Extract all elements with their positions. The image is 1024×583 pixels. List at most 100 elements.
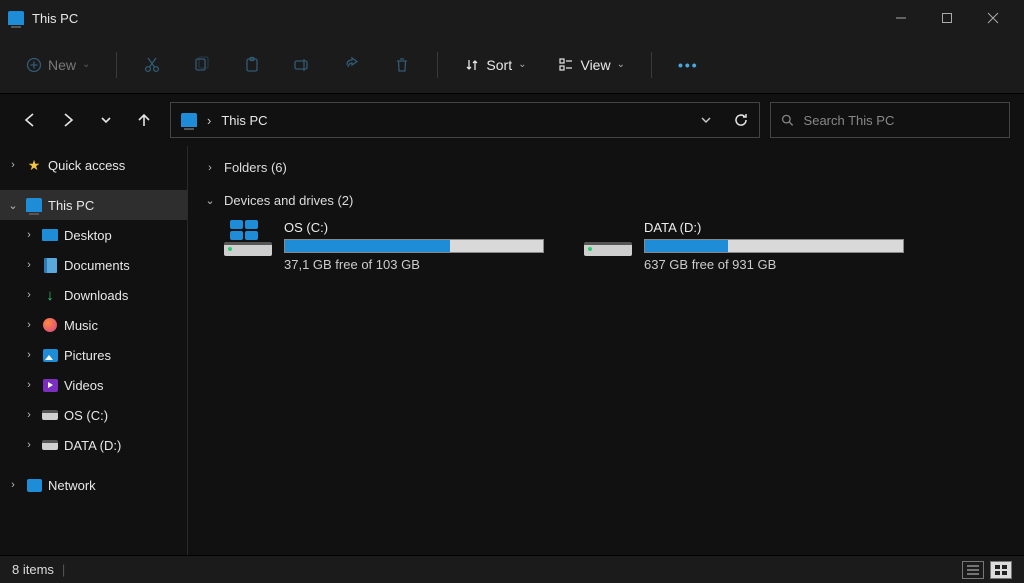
new-label: New bbox=[48, 57, 76, 73]
drive-icon bbox=[584, 220, 632, 256]
chevron-right-icon[interactable]: › bbox=[22, 289, 36, 301]
maximize-button[interactable] bbox=[924, 0, 970, 36]
sidebar-item[interactable]: › DATA (D:) bbox=[0, 430, 187, 460]
chevron-right-icon[interactable]: › bbox=[22, 259, 36, 271]
window-title: This PC bbox=[32, 11, 78, 26]
view-icon bbox=[558, 57, 574, 73]
sidebar-item[interactable]: ›Network bbox=[0, 470, 187, 500]
rename-icon bbox=[293, 56, 311, 74]
search-input[interactable] bbox=[804, 113, 999, 128]
desktop-icon bbox=[42, 227, 58, 243]
sidebar-item-label: Downloads bbox=[64, 288, 128, 303]
thispc-icon bbox=[8, 11, 24, 25]
sort-label: Sort bbox=[486, 57, 512, 73]
drive-free-text: 637 GB free of 931 GB bbox=[644, 257, 904, 272]
chevron-down-icon: ⌄ bbox=[82, 59, 90, 70]
sidebar-item-label: Videos bbox=[64, 378, 104, 393]
toolbar-divider bbox=[437, 52, 438, 78]
drive-icon bbox=[42, 437, 58, 453]
chevron-down-icon: ⌄ bbox=[518, 59, 526, 70]
close-button[interactable] bbox=[970, 0, 1016, 36]
forward-button[interactable] bbox=[52, 104, 84, 136]
delete-button[interactable] bbox=[381, 46, 423, 84]
sidebar-item-label: OS (C:) bbox=[64, 408, 108, 423]
chevron-right-icon[interactable]: › bbox=[22, 229, 36, 241]
network-icon bbox=[26, 477, 42, 493]
paste-button[interactable] bbox=[231, 46, 273, 84]
drive-item[interactable]: OS (C:) 37,1 GB free of 103 GB bbox=[224, 220, 544, 272]
refresh-button[interactable] bbox=[733, 112, 749, 128]
drive-name: DATA (D:) bbox=[644, 220, 904, 235]
share-button[interactable] bbox=[331, 46, 373, 84]
search-icon bbox=[781, 113, 794, 127]
search-box[interactable] bbox=[770, 102, 1010, 138]
back-button[interactable] bbox=[14, 104, 46, 136]
music-icon bbox=[42, 317, 58, 333]
sidebar-item[interactable]: › ↓ Downloads bbox=[0, 280, 187, 310]
sidebar-item[interactable]: › OS (C:) bbox=[0, 400, 187, 430]
chevron-right-icon[interactable]: › bbox=[22, 349, 36, 361]
chevron-right-icon[interactable]: › bbox=[22, 319, 36, 331]
chevron-down-icon: ⌄ bbox=[204, 194, 216, 207]
sidebar-item[interactable]: › Pictures bbox=[0, 340, 187, 370]
address-bar[interactable]: › This PC bbox=[170, 102, 760, 138]
pictures-icon bbox=[42, 347, 58, 363]
paste-icon bbox=[243, 56, 261, 74]
folders-group-label: Folders (6) bbox=[224, 160, 287, 175]
sidebar-item-label: Quick access bbox=[48, 158, 125, 173]
sidebar-item-label: Desktop bbox=[64, 228, 112, 243]
drive-item[interactable]: DATA (D:) 637 GB free of 931 GB bbox=[584, 220, 904, 272]
tiles-view-button[interactable] bbox=[990, 561, 1012, 579]
sidebar-item[interactable]: › Desktop bbox=[0, 220, 187, 250]
sidebar-item[interactable]: ›Music bbox=[0, 310, 187, 340]
cut-button[interactable] bbox=[131, 46, 173, 84]
chevron-right-icon[interactable]: › bbox=[22, 409, 36, 421]
documents-icon bbox=[42, 257, 58, 273]
more-button[interactable]: ••• bbox=[666, 46, 711, 84]
sidebar-item[interactable]: ⌄ This PC bbox=[0, 190, 187, 220]
trash-icon bbox=[393, 56, 411, 74]
chevron-right-icon[interactable]: › bbox=[22, 439, 36, 451]
folders-group-header[interactable]: › Folders (6) bbox=[200, 154, 1012, 181]
chevron-right-icon[interactable]: › bbox=[22, 379, 36, 391]
sidebar-item-label: DATA (D:) bbox=[64, 438, 121, 453]
drive-free-text: 37,1 GB free of 103 GB bbox=[284, 257, 544, 272]
thispc-icon bbox=[26, 197, 42, 213]
rename-button[interactable] bbox=[281, 46, 323, 84]
new-button[interactable]: New ⌄ bbox=[14, 46, 102, 84]
recent-locations-button[interactable] bbox=[90, 104, 122, 136]
chevron-right-icon[interactable]: › bbox=[6, 159, 20, 171]
share-icon bbox=[343, 56, 361, 74]
thispc-icon bbox=[181, 113, 197, 127]
toolbar: New ⌄ Sort ⌄ View ⌄ ••• bbox=[0, 36, 1024, 94]
star-icon: ★ bbox=[26, 157, 42, 173]
up-button[interactable] bbox=[128, 104, 160, 136]
sidebar-item-label: Pictures bbox=[64, 348, 111, 363]
chevron-right-icon: › bbox=[204, 162, 216, 174]
drive-name: OS (C:) bbox=[284, 220, 544, 235]
minimize-button[interactable] bbox=[878, 0, 924, 36]
drive-icon bbox=[42, 407, 58, 423]
main-content: › Folders (6) ⌄ Devices and drives (2) O… bbox=[188, 146, 1024, 555]
drive-usage-bar bbox=[284, 239, 544, 253]
chevron-down-icon: ⌄ bbox=[617, 59, 625, 70]
view-button[interactable]: View ⌄ bbox=[546, 46, 636, 84]
sort-button[interactable]: Sort ⌄ bbox=[452, 46, 538, 84]
status-items: 8 items bbox=[12, 562, 54, 577]
address-dropdown-button[interactable] bbox=[699, 113, 713, 127]
cut-icon bbox=[143, 56, 161, 74]
videos-icon bbox=[42, 377, 58, 393]
sidebar-item-label: This PC bbox=[48, 198, 94, 213]
drive-icon bbox=[224, 220, 272, 256]
chevron-down-icon[interactable]: ⌄ bbox=[6, 199, 20, 212]
sidebar-item[interactable]: › ★ Quick access bbox=[0, 150, 187, 180]
sidebar-item[interactable]: ›Documents bbox=[0, 250, 187, 280]
drives-group-header[interactable]: ⌄ Devices and drives (2) bbox=[200, 187, 1012, 214]
sidebar-item[interactable]: › Videos bbox=[0, 370, 187, 400]
downloads-icon: ↓ bbox=[42, 287, 58, 303]
breadcrumb-location[interactable]: This PC bbox=[221, 113, 267, 128]
copy-button[interactable] bbox=[181, 46, 223, 84]
details-view-button[interactable] bbox=[962, 561, 984, 579]
chevron-right-icon[interactable]: › bbox=[6, 479, 20, 491]
status-bar: 8 items | bbox=[0, 555, 1024, 583]
